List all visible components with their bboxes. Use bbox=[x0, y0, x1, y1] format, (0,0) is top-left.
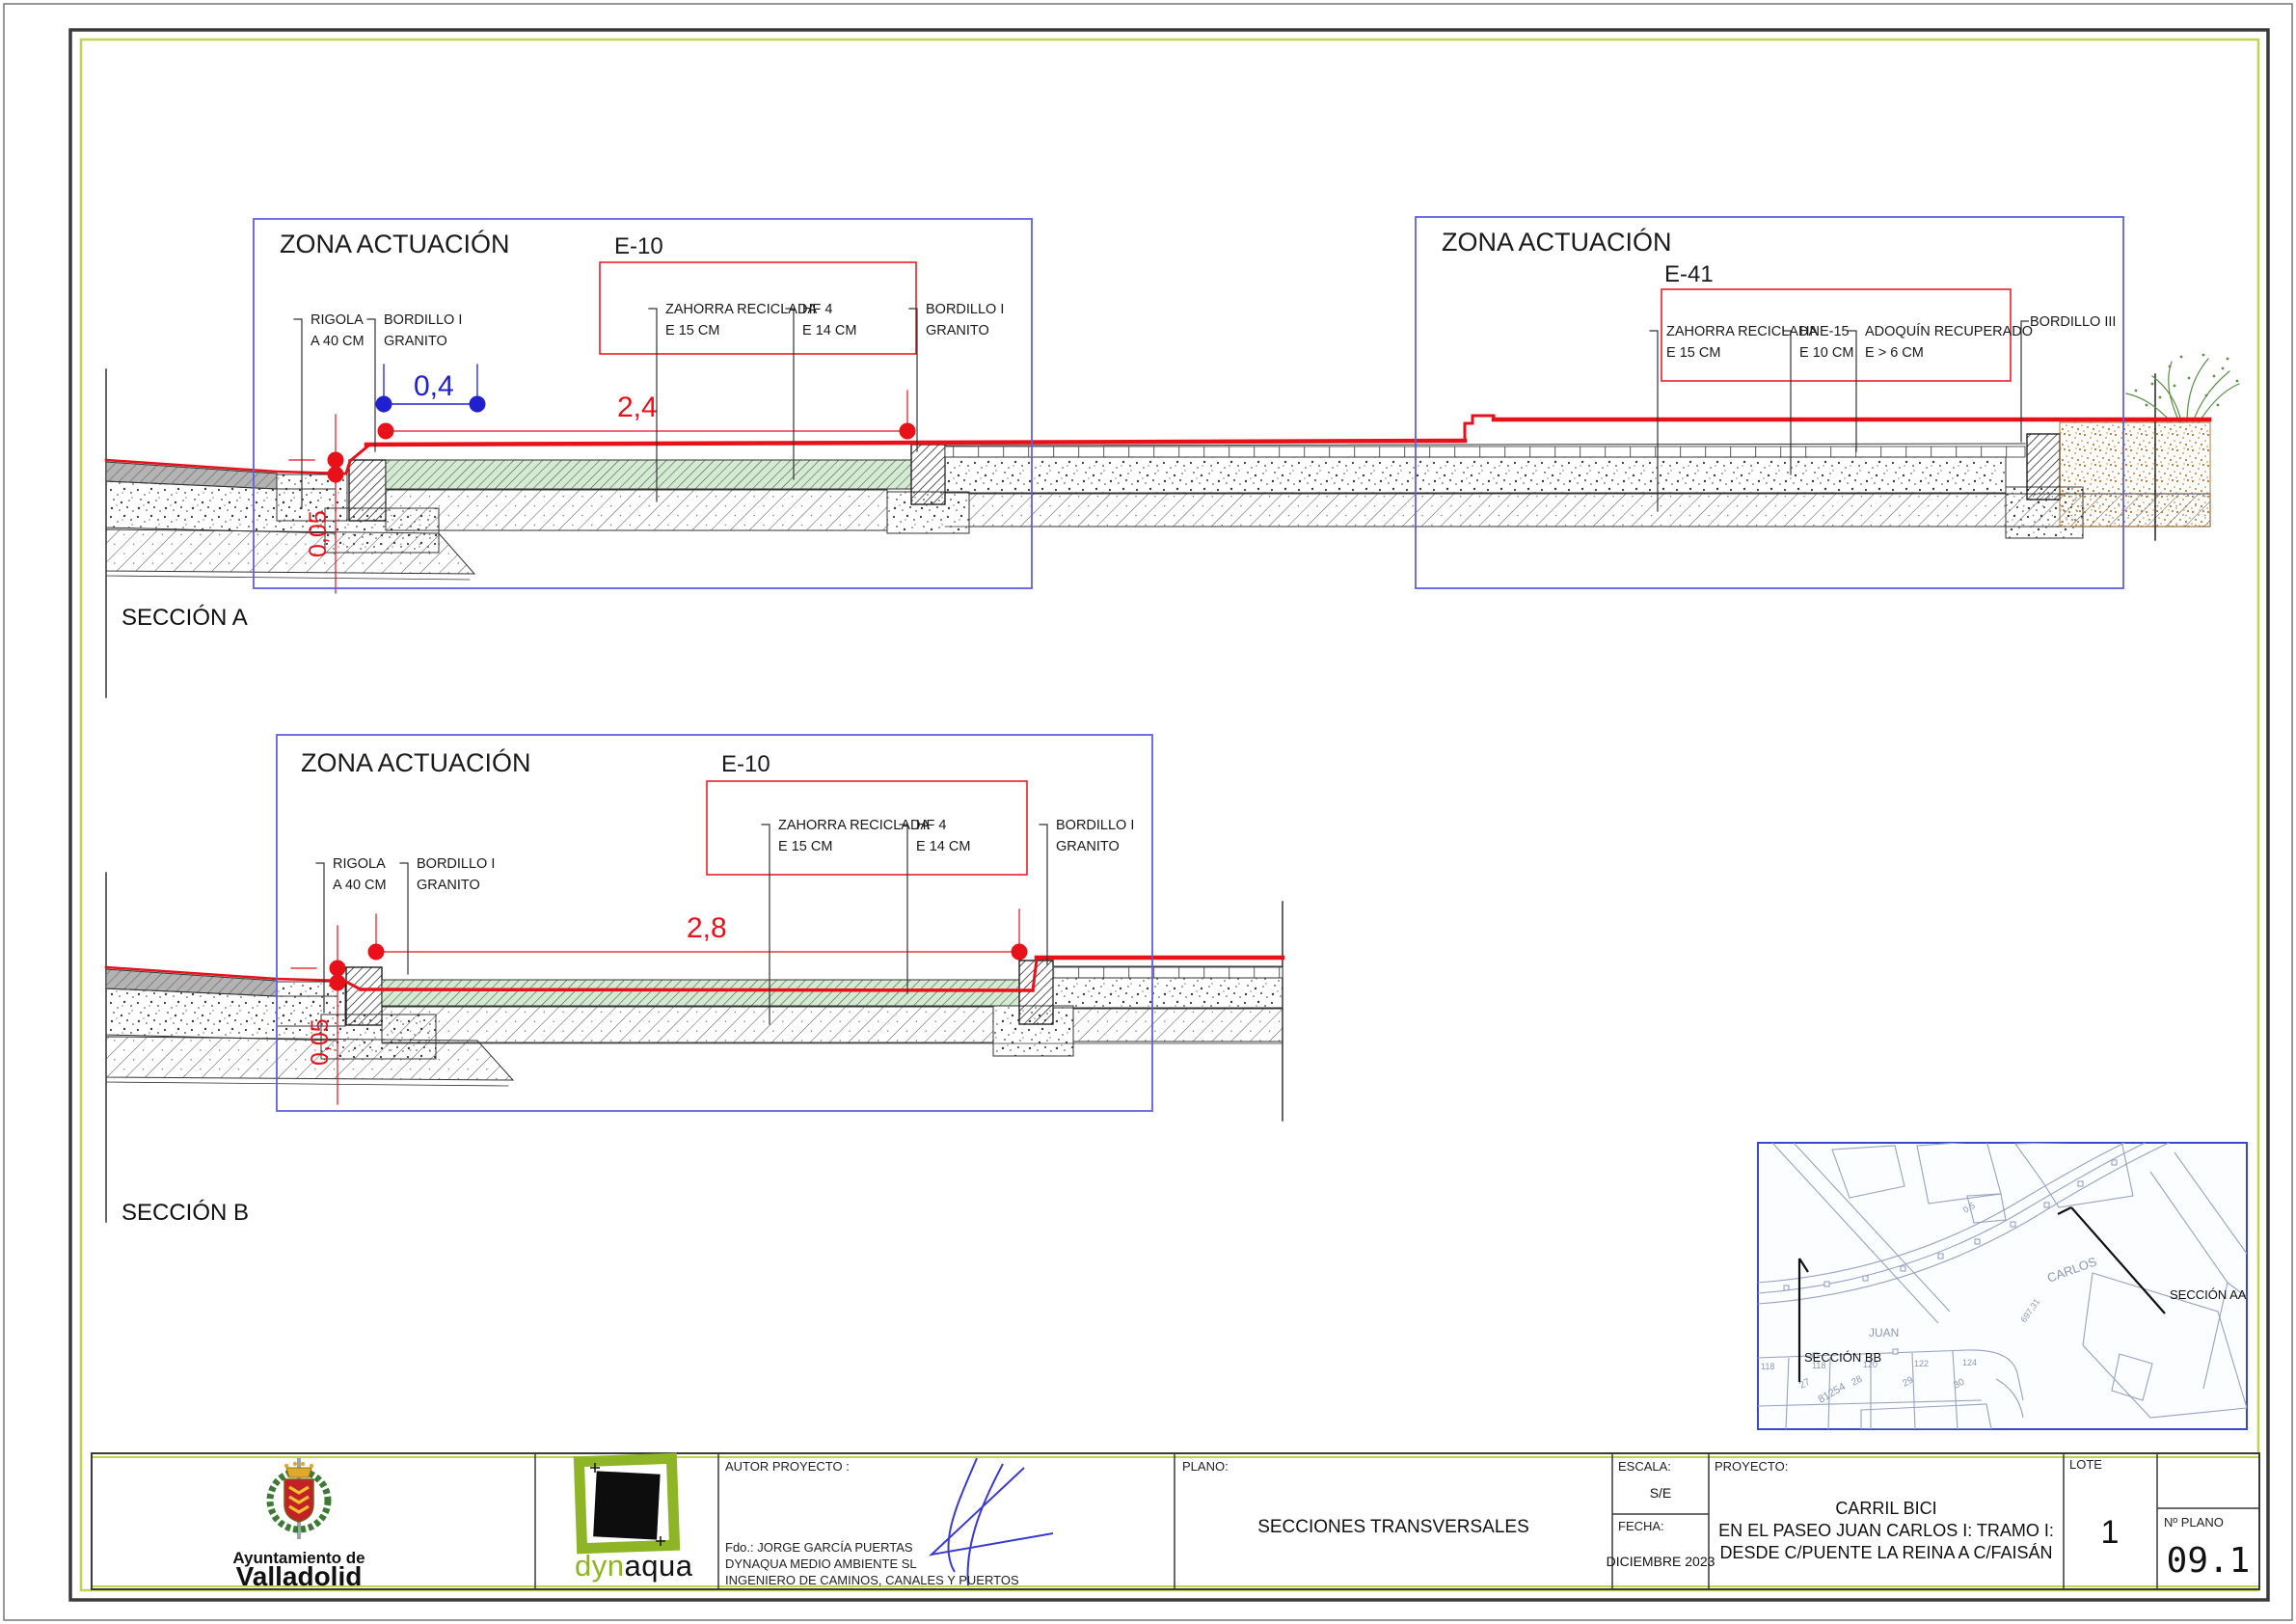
curb3-bordillo bbox=[2027, 434, 2060, 500]
plan-number-label: Nº PLANO bbox=[2164, 1515, 2224, 1529]
dim-depth-value: 0,05 bbox=[305, 510, 332, 557]
author-label: AUTOR PROYECTO : bbox=[725, 1459, 850, 1474]
proyecto-label: PROYECTO: bbox=[1715, 1459, 1788, 1474]
e41-code: E-41 bbox=[1664, 261, 1714, 287]
e10-b-code: E-10 bbox=[721, 751, 770, 777]
author-line-1: Fdo.: JORGE GARCÍA PUERTAS bbox=[725, 1540, 913, 1555]
author-line-3: INGENIERO DE CAMINOS, CANALES Y PUERTOS bbox=[725, 1573, 1019, 1587]
dim-width-value: 2,4 bbox=[617, 392, 658, 423]
terrain-fill bbox=[2060, 422, 2210, 527]
section-b-label: SECCIÓN B bbox=[122, 1200, 249, 1226]
paver-band-b bbox=[1053, 967, 1283, 978]
curb-right bbox=[911, 445, 945, 504]
bedding-band bbox=[945, 457, 2006, 493]
zona-actuacion-a2-title: ZONA ACTUACIÓN bbox=[1442, 227, 1672, 257]
org-line2: Valladolid bbox=[236, 1561, 363, 1591]
plano-label: PLANO: bbox=[1182, 1459, 1229, 1474]
escala-label: ESCALA: bbox=[1618, 1459, 1671, 1474]
zahorra-layer-b bbox=[382, 1007, 993, 1042]
map-section-aa-label: SECCIÓN AA bbox=[2170, 1287, 2247, 1302]
author-line-2: DYNAQUA MEDIO AMBIENTE SL bbox=[725, 1556, 917, 1571]
location-map: CARLOS JUAN 118 118 120 122 124 27 28 29… bbox=[1758, 1126, 2247, 1429]
dim-depth-b-value: 0,05 bbox=[307, 1018, 334, 1066]
plan-sheet: 0,4 2,4 0,05 ZONA ACTUACIÓN E-10 RIGOLAA bbox=[0, 0, 2296, 1624]
map-number-4: 122 bbox=[1914, 1359, 1929, 1368]
proyecto-line-3: DESDE C/PUENTE LA REINA A C/FAISÁN bbox=[1719, 1543, 2052, 1562]
e10-a-code: E-10 bbox=[614, 233, 663, 259]
plan-number-value: 09.1 bbox=[2167, 1541, 2251, 1581]
zona-actuacion-a1-title: ZONA ACTUACIÓN bbox=[280, 229, 510, 258]
proyecto-line-1: CARRIL BICI bbox=[1835, 1499, 1936, 1518]
zahorra-layer bbox=[386, 490, 887, 530]
map-section-bb-label: SECCIÓN BB bbox=[1804, 1350, 1881, 1365]
callout-bordillo3-e41: BORDILLO III bbox=[2030, 314, 2116, 330]
plano-value: SECCIONES TRANSVERSALES bbox=[1257, 1517, 1529, 1537]
zona-actuacion-b-title: ZONA ACTUACIÓN bbox=[301, 747, 531, 777]
fecha-label: FECHA: bbox=[1618, 1519, 1664, 1533]
hf4-slab bbox=[386, 460, 911, 489]
soil-band-b bbox=[1073, 1009, 1283, 1042]
dim-width-b-value: 2,8 bbox=[687, 912, 727, 944]
title-block: Ayuntamiento de Valladolid dynaqua AUTOR… bbox=[92, 1453, 2259, 1591]
map-number-1: 118 bbox=[1761, 1362, 1774, 1371]
map-street-juan: JUAN bbox=[1869, 1326, 1899, 1340]
proyecto-line-2: EN EL PASEO JUAN CARLOS I: TRAMO I: bbox=[1718, 1521, 2054, 1540]
dynaqua-wordmark: dynaqua bbox=[575, 1549, 693, 1583]
fecha-value: DICIEMBRE 2023 bbox=[1607, 1554, 1715, 1569]
paver-band bbox=[945, 447, 2025, 457]
hf4-slab-b bbox=[382, 980, 1019, 1006]
bedding-band-b bbox=[1053, 978, 1283, 1008]
dim-curb-value: 0,4 bbox=[414, 370, 454, 402]
map-number-5: 124 bbox=[1962, 1358, 1977, 1367]
section-a-label: SECCIÓN A bbox=[122, 605, 248, 631]
lote-label: LOTE bbox=[2069, 1457, 2102, 1472]
lote-value: 1 bbox=[2101, 1514, 2120, 1551]
escala-value: S/E bbox=[1650, 1485, 1672, 1501]
